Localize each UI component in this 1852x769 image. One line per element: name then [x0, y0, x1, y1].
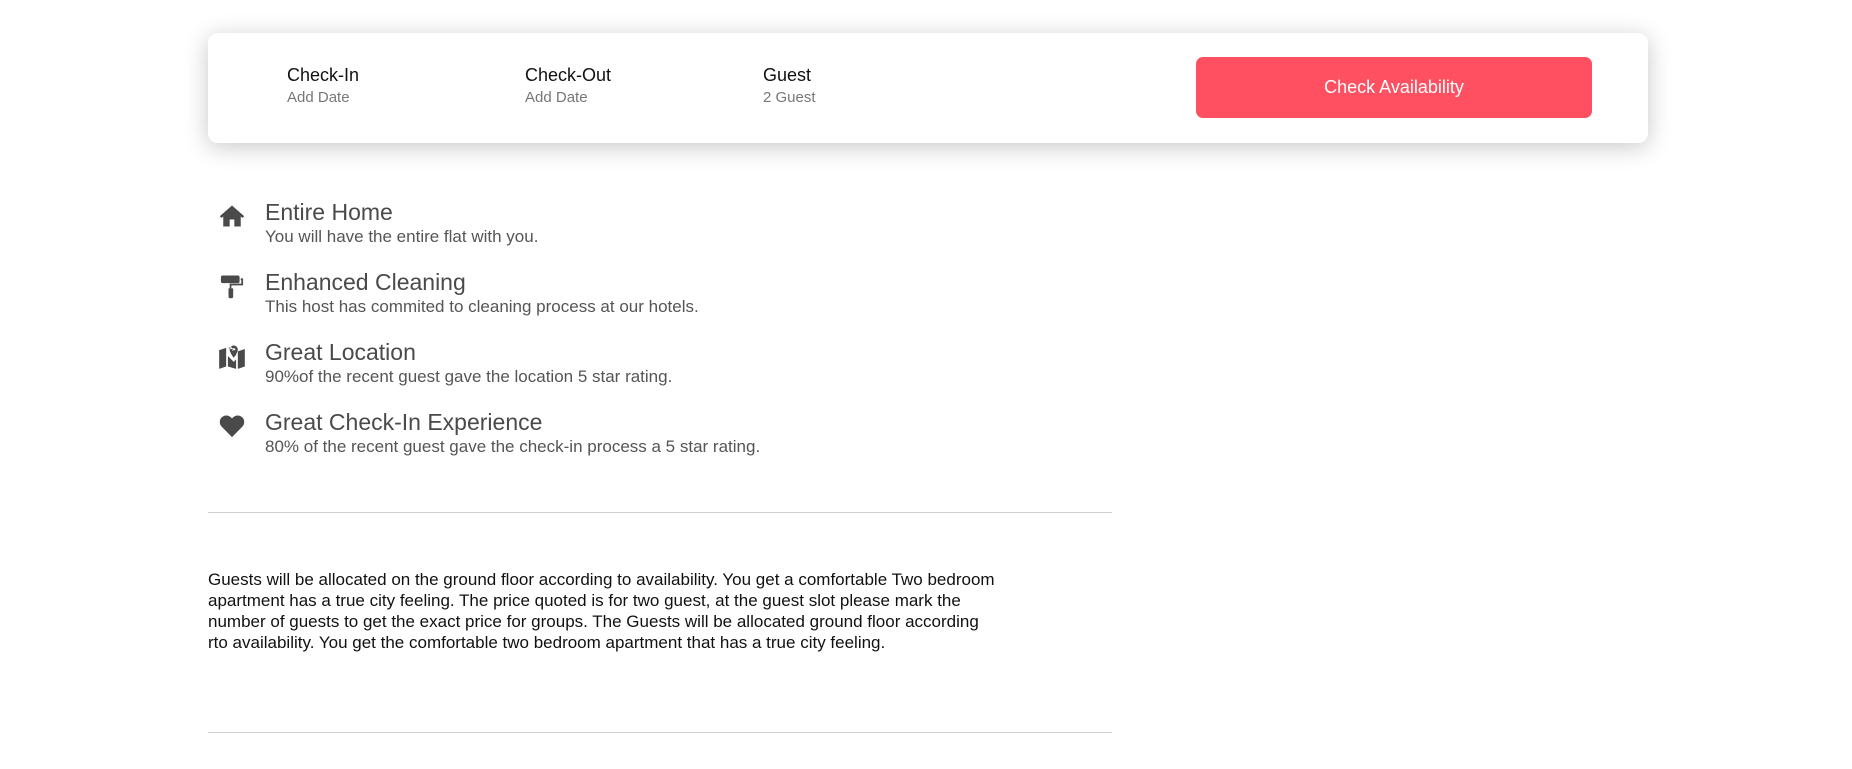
checkin-field[interactable]: Check-In Add Date: [287, 65, 359, 106]
guest-label: Guest: [763, 65, 812, 85]
features-list: Entire Home You will have the entire fla…: [218, 198, 760, 478]
feature-title: Entire Home: [265, 199, 393, 225]
checkin-value[interactable]: Add Date: [287, 89, 359, 106]
guest-value[interactable]: 2 Guest: [763, 89, 816, 106]
checkout-label: Check-Out: [525, 65, 612, 85]
checkin-label: Check-In: [287, 65, 360, 85]
listing-description: Guests will be allocated on the ground f…: [208, 570, 995, 652]
map-location-icon: [218, 342, 246, 370]
checkout-value[interactable]: Add Date: [525, 89, 611, 106]
home-icon: [218, 202, 246, 230]
feature-desc: 90%of the recent guest gave the location…: [265, 367, 673, 386]
feature-desc: You will have the entire flat with you.: [265, 227, 539, 246]
guest-field[interactable]: Guest 2 Guest: [763, 65, 816, 106]
feature-great-location: Great Location 90%of the recent guest ga…: [218, 338, 760, 408]
paint-roller-icon: [218, 272, 246, 300]
feature-enhanced-cleaning: Enhanced Cleaning This host has commited…: [218, 268, 760, 338]
feature-checkin-experience: Great Check-In Experience 80% of the rec…: [218, 408, 760, 478]
booking-bar: Check-In Add Date Check-Out Add Date Gue…: [208, 33, 1648, 143]
feature-title: Great Location: [265, 339, 416, 365]
divider: [208, 512, 1112, 513]
check-availability-button[interactable]: Check Availability: [1196, 57, 1592, 118]
feature-entire-home: Entire Home You will have the entire fla…: [218, 198, 760, 268]
feature-desc: This host has commited to cleaning proce…: [265, 297, 699, 316]
feature-title: Enhanced Cleaning: [265, 269, 466, 295]
feature-desc: 80% of the recent guest gave the check-i…: [265, 437, 761, 456]
checkout-field[interactable]: Check-Out Add Date: [525, 65, 611, 106]
heart-icon: [218, 412, 246, 440]
feature-title: Great Check-In Experience: [265, 409, 543, 435]
divider: [208, 732, 1112, 733]
